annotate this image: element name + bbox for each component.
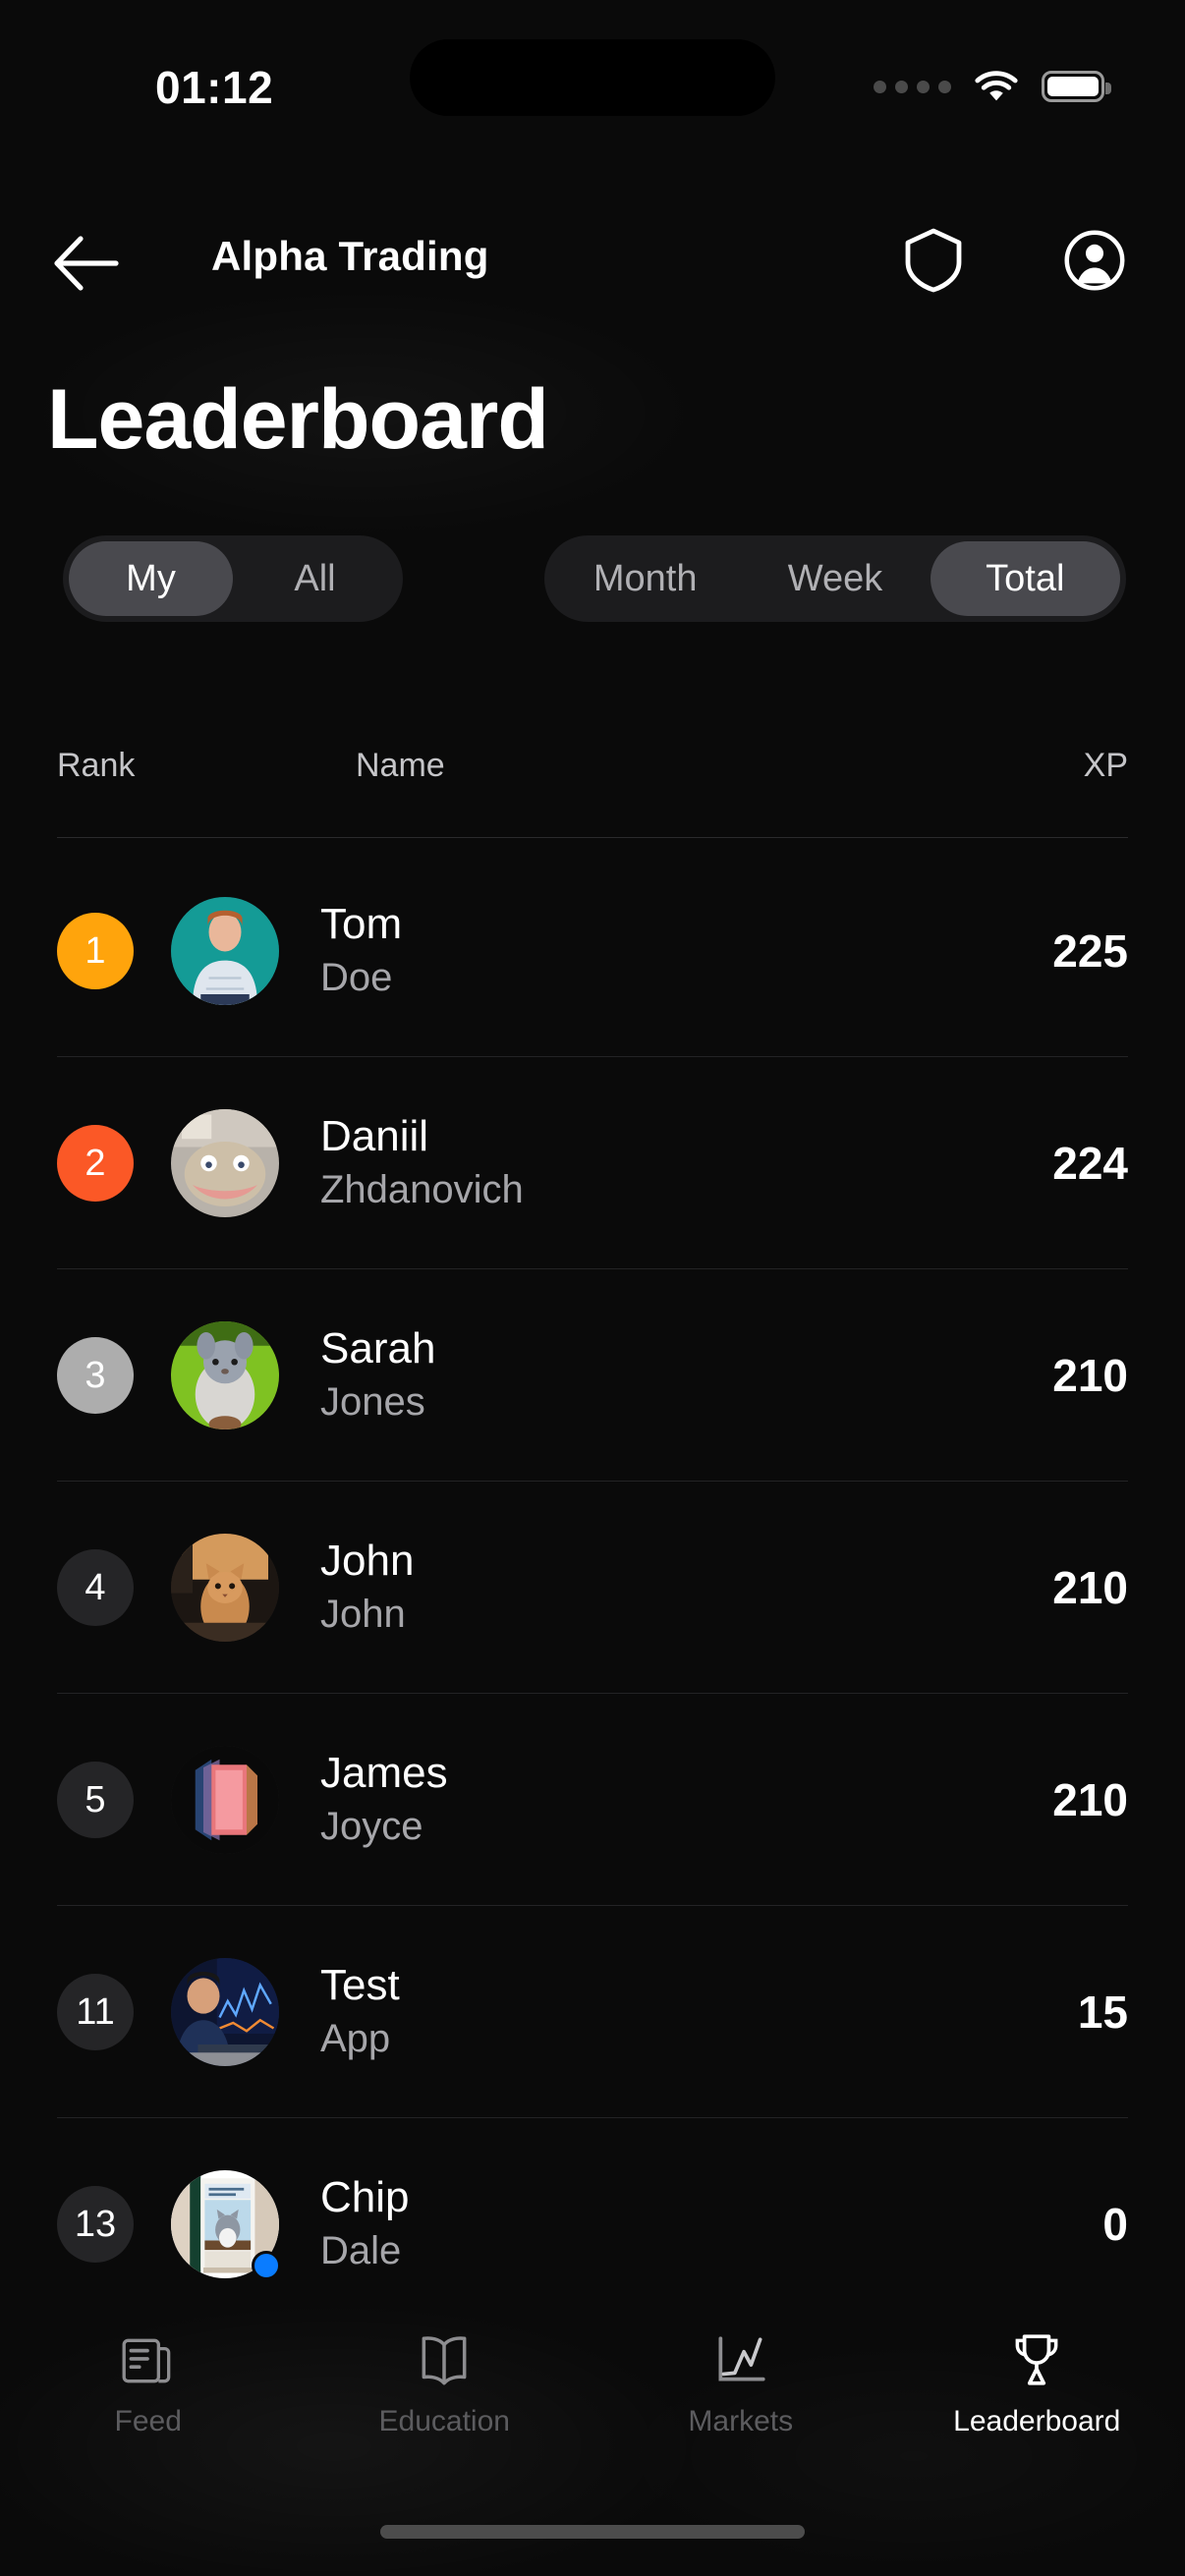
scope-segmented-control: My All (63, 535, 403, 622)
leaderboard-screen: 01:12 Alpha Trading Leaderboard My All M… (0, 0, 1185, 2576)
table-row[interactable]: 1 Tom Doe 225 (0, 845, 1185, 1057)
avatar-image (171, 1958, 279, 2066)
avatar-image (171, 1109, 279, 1217)
scope-option-all[interactable]: All (233, 541, 397, 616)
period-option-total[interactable]: Total (930, 541, 1120, 616)
avatar-image (171, 897, 279, 1005)
tab-label-feed: Feed (114, 2405, 182, 2437)
avatar[interactable] (171, 1958, 279, 2066)
table-header-divider (57, 837, 1128, 838)
page-title: Leaderboard (47, 372, 549, 467)
player-xp: 15 (1077, 1987, 1128, 2038)
player-first-name: Daniil (320, 1111, 429, 1160)
player-last-name: Dale (320, 2229, 402, 2273)
filter-bar: My All Month Week Total (0, 535, 1185, 634)
player-name: Sarah Jones (320, 1324, 1052, 1427)
tab-leaderboard[interactable]: Leaderboard (889, 2330, 1185, 2438)
player-name: Test App (320, 1961, 1078, 2063)
period-option-month[interactable]: Month (550, 541, 740, 616)
cellular-dots-icon (874, 80, 951, 93)
player-last-name: Joyce (320, 1805, 423, 1849)
table-row[interactable]: 4 John John 210 (0, 1482, 1185, 1694)
table-row[interactable]: 2 Daniil Zhdanovich 224 (0, 1057, 1185, 1269)
avatar-image (171, 1746, 279, 1854)
page-title-header: Alpha Trading (211, 233, 489, 279)
wifi-icon (975, 71, 1018, 101)
player-xp: 210 (1052, 1350, 1128, 1401)
avatar-image (171, 1321, 279, 1429)
period-option-week[interactable]: Week (740, 541, 930, 616)
player-name: Tom Doe (320, 900, 1052, 1002)
book-icon (422, 2336, 467, 2385)
player-last-name: Doe (320, 956, 393, 1000)
tab-label-leaderboard: Leaderboard (953, 2405, 1121, 2437)
player-first-name: Chip (320, 2172, 410, 2221)
player-xp: 210 (1052, 1774, 1128, 1825)
player-name: James Joyce (320, 1749, 1052, 1851)
player-last-name: App (320, 2017, 391, 2061)
player-name: Daniil Zhdanovich (320, 1112, 1052, 1214)
avatar-image (171, 1534, 279, 1642)
player-first-name: Test (320, 1960, 400, 2009)
player-first-name: Tom (320, 899, 403, 948)
player-last-name: Zhdanovich (320, 1168, 524, 1212)
table-header: Rank Name XP (0, 747, 1185, 835)
nav-actions (902, 227, 1126, 294)
rank-badge: 13 (57, 2186, 134, 2263)
avatar[interactable] (171, 2170, 281, 2280)
status-bar: 01:12 (0, 0, 1185, 147)
player-last-name: Jones (320, 1380, 425, 1425)
status-bar-indicators (874, 69, 1111, 104)
column-header-xp: XP (1083, 747, 1128, 784)
line-chart-icon (718, 2336, 765, 2381)
dynamic-island (410, 39, 775, 116)
home-indicator[interactable] (380, 2525, 805, 2539)
trophy-icon (1015, 2334, 1058, 2385)
column-header-name: Name (356, 747, 445, 784)
status-bar-time: 01:12 (155, 62, 274, 113)
rank-badge: 3 (57, 1337, 134, 1414)
player-xp: 210 (1052, 1562, 1128, 1613)
player-first-name: James (320, 1748, 448, 1797)
player-xp: 225 (1052, 925, 1128, 977)
tab-education[interactable]: Education (297, 2330, 593, 2438)
table-row[interactable]: 11 Test App 15 (0, 1906, 1185, 2118)
player-xp: 0 (1102, 2199, 1128, 2250)
avatar[interactable] (171, 1321, 279, 1429)
table-row[interactable]: 13 Chip Dale 0 (0, 2118, 1185, 2330)
back-arrow-icon[interactable] (49, 231, 124, 296)
feed-icon (122, 2338, 171, 2383)
player-name: Chip Dale (320, 2173, 1102, 2275)
navigation-bar: Alpha Trading (0, 211, 1185, 319)
tab-label-education: Education (378, 2405, 510, 2437)
rank-badge: 5 (57, 1762, 134, 1838)
avatar[interactable] (171, 1109, 279, 1217)
battery-full-icon (1042, 71, 1111, 102)
player-first-name: John (320, 1536, 415, 1585)
shield-icon[interactable] (902, 227, 965, 294)
bottom-tab-bar: Feed Education Markets Leaderboard (0, 2313, 1185, 2480)
online-status-dot (252, 2251, 281, 2280)
table-row[interactable]: 5 James Joyce 210 (0, 1694, 1185, 1906)
table-row[interactable]: 3 Sarah Jones 210 (0, 1269, 1185, 1482)
rank-badge: 11 (57, 1974, 134, 2050)
player-xp: 224 (1052, 1138, 1128, 1189)
avatar[interactable] (171, 1746, 279, 1854)
player-last-name: John (320, 1593, 406, 1637)
rank-badge: 2 (57, 1125, 134, 1202)
profile-avatar-icon[interactable] (1063, 227, 1126, 294)
period-segmented-control: Month Week Total (544, 535, 1126, 622)
scope-option-my[interactable]: My (69, 541, 233, 616)
rank-badge: 1 (57, 913, 134, 989)
player-name: John John (320, 1537, 1052, 1639)
avatar[interactable] (171, 897, 279, 1005)
player-first-name: Sarah (320, 1323, 436, 1372)
rank-badge: 4 (57, 1549, 134, 1626)
avatar[interactable] (171, 1534, 279, 1642)
leaderboard-list: 1 Tom Doe 225 2 Daniil Zhdanovich 224 3 Sarah Jone… (0, 845, 1185, 2330)
tab-feed[interactable]: Feed (0, 2330, 297, 2438)
column-header-rank: Rank (57, 747, 136, 784)
tab-label-markets: Markets (688, 2405, 794, 2437)
tab-markets[interactable]: Markets (592, 2330, 889, 2438)
